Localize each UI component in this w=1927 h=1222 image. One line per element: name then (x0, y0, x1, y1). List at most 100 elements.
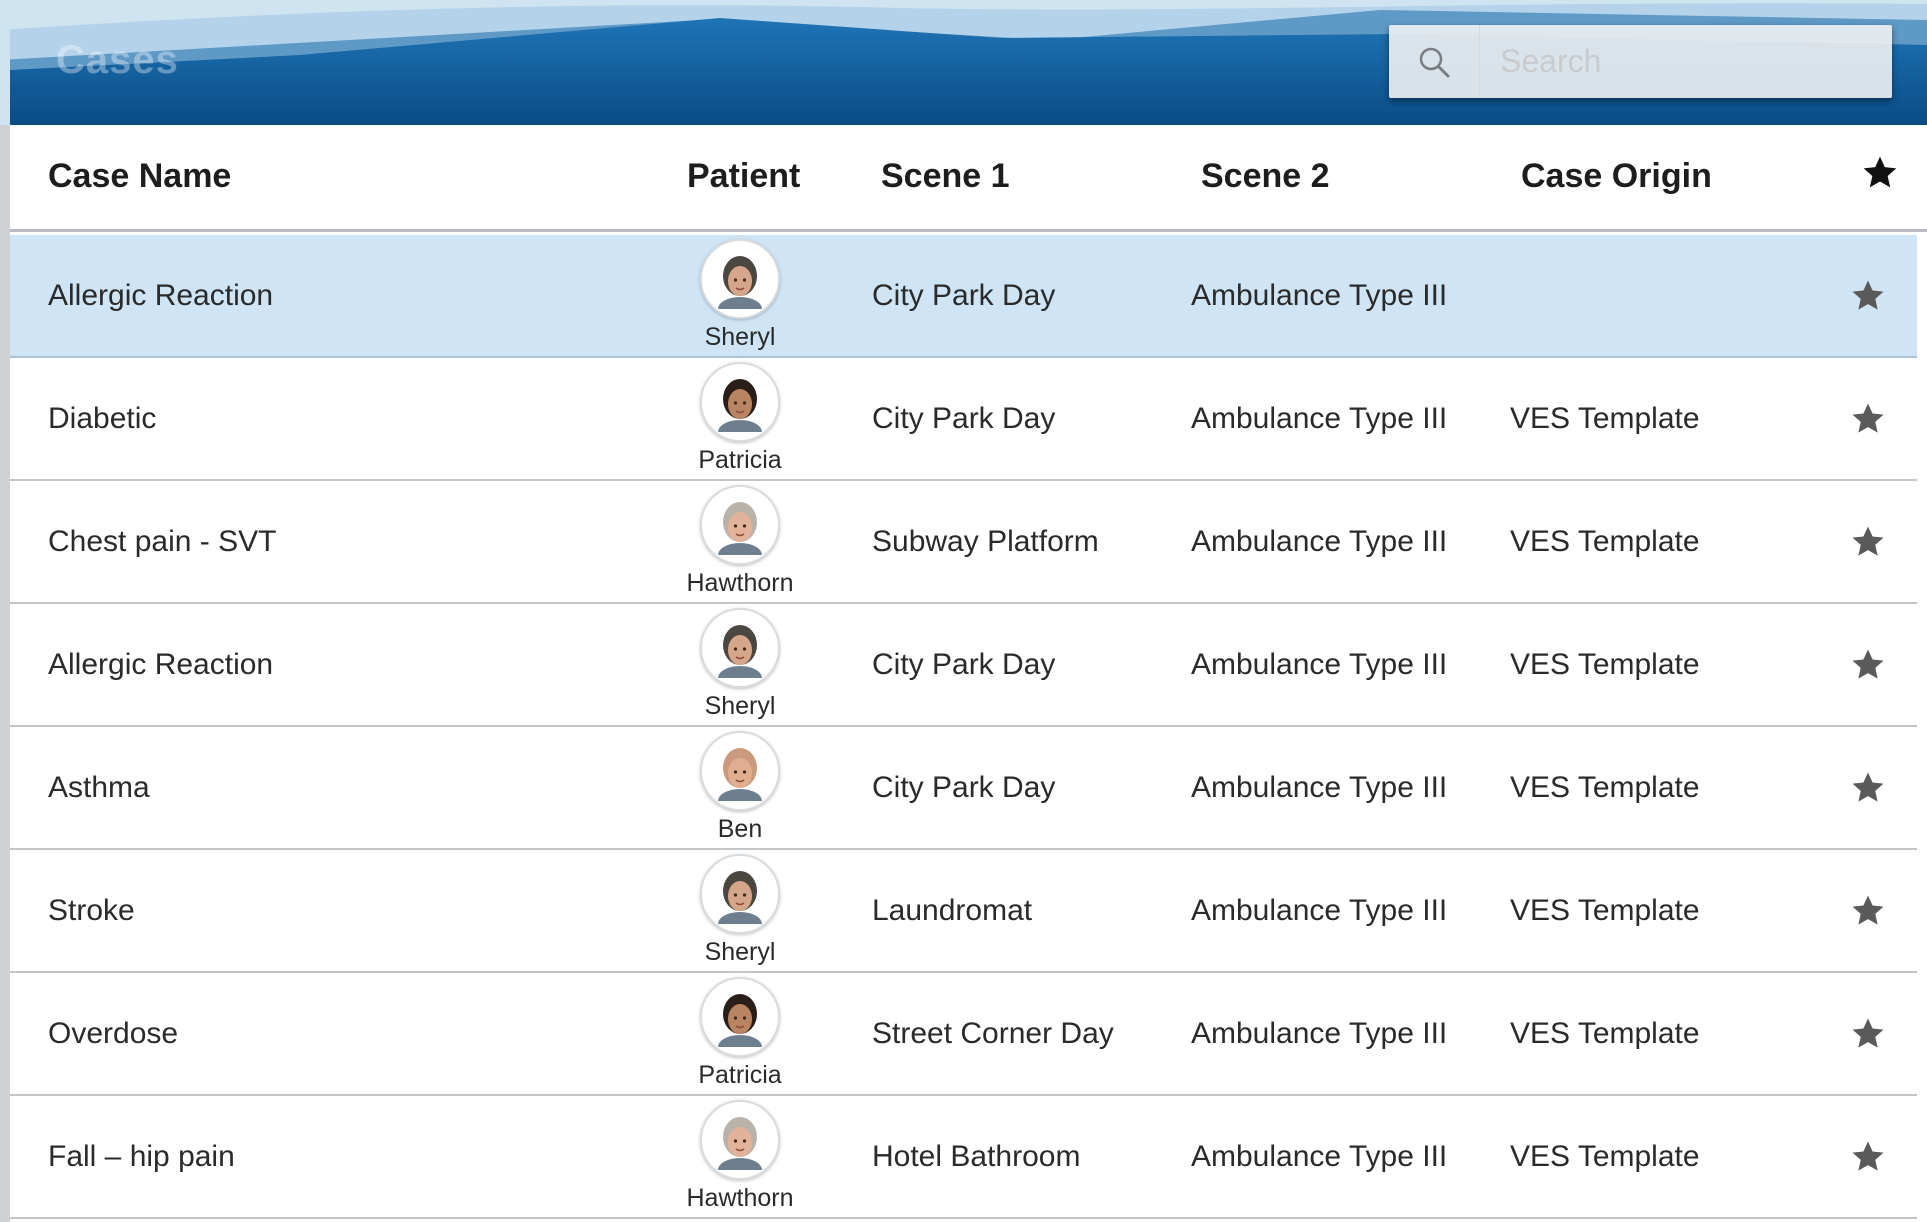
table-header: Case Name Patient Scene 1 Scene 2 Case O… (10, 125, 1927, 232)
case-name-cell: Chest pain - SVT (48, 524, 277, 558)
favorite-toggle[interactable] (1843, 604, 1893, 725)
scene-2-cell: Ambulance Type III (1191, 524, 1448, 558)
case-origin-cell: VES Template (1510, 770, 1700, 804)
avatar-portrait-icon (718, 256, 762, 309)
case-name-cell: Stroke (48, 893, 135, 927)
favorite-toggle[interactable] (1843, 850, 1893, 971)
scene-1-cell: City Park Day (872, 647, 1056, 681)
column-header-patient[interactable]: Patient (687, 157, 800, 196)
patient-cell: Patricia (671, 358, 809, 479)
patient-cell: Hawthorn (671, 1096, 809, 1217)
scene-2-cell: Ambulance Type III (1191, 893, 1448, 927)
favorite-toggle[interactable] (1843, 973, 1893, 1094)
column-header-scene-1[interactable]: Scene 1 (881, 157, 1010, 196)
avatar-portrait-icon (718, 1117, 762, 1170)
left-rail (0, 125, 10, 1222)
case-name-cell: Allergic Reaction (48, 278, 274, 312)
avatar-portrait-icon (718, 625, 762, 678)
column-header-favorite[interactable] (1860, 153, 1900, 202)
scene-2-cell: Ambulance Type III (1191, 1139, 1448, 1173)
scene-1-cell: City Park Day (872, 278, 1056, 312)
avatar-portrait-icon (718, 748, 762, 801)
scene-1-cell: Subway Platform (872, 524, 1099, 558)
table-row[interactable]: Allergic Reaction Sheryl City Park Day A… (10, 235, 1917, 358)
favorite-toggle[interactable] (1843, 481, 1893, 602)
header-bar: Cases (0, 0, 1927, 125)
avatar-portrait-icon (718, 502, 762, 555)
table-row[interactable]: Chest pain - SVT Hawthorn Subway Platfor… (10, 481, 1917, 604)
patient-avatar (700, 362, 780, 442)
favorite-toggle[interactable] (1843, 727, 1893, 848)
scene-1-cell: City Park Day (872, 770, 1056, 804)
patient-avatar (700, 485, 780, 565)
column-header-case-origin[interactable]: Case Origin (1521, 157, 1712, 196)
star-icon (1852, 525, 1884, 556)
star-icon (1863, 156, 1897, 188)
column-header-case-name[interactable]: Case Name (48, 157, 231, 196)
table-body: Allergic Reaction Sheryl City Park Day A… (10, 235, 1927, 1219)
patient-avatar (700, 608, 780, 688)
avatar-portrait-icon (718, 994, 762, 1047)
scene-2-cell: Ambulance Type III (1191, 1016, 1448, 1050)
table-row[interactable]: Overdose Patricia Street Corner Day Ambu… (10, 973, 1917, 1096)
case-name-cell: Allergic Reaction (48, 647, 274, 681)
star-icon (1852, 402, 1884, 433)
page-title: Cases (56, 38, 179, 82)
patient-name: Hawthorn (686, 1184, 794, 1212)
case-origin-cell: VES Template (1510, 401, 1700, 435)
table-row[interactable]: Fall – hip pain Hawthorn Hotel Bathroom … (10, 1096, 1917, 1219)
star-icon (1852, 1017, 1884, 1048)
scene-2-cell: Ambulance Type III (1191, 278, 1448, 312)
search-box[interactable] (1389, 25, 1892, 98)
favorite-toggle[interactable] (1843, 1096, 1893, 1217)
star-icon (1852, 771, 1884, 802)
case-origin-cell: VES Template (1510, 647, 1700, 681)
scene-1-cell: Hotel Bathroom (872, 1139, 1081, 1173)
column-header-scene-2[interactable]: Scene 2 (1201, 157, 1330, 196)
case-origin-cell: VES Template (1510, 1016, 1700, 1050)
favorite-toggle[interactable] (1843, 358, 1893, 479)
patient-name: Ben (717, 815, 763, 843)
patient-avatar (700, 239, 780, 319)
case-name-cell: Diabetic (48, 401, 157, 435)
patient-cell: Sheryl (671, 235, 809, 356)
case-origin-cell: VES Template (1510, 1139, 1700, 1173)
patient-cell: Hawthorn (671, 481, 809, 602)
avatar-portrait-icon (718, 379, 762, 432)
table-row[interactable]: Stroke Sheryl Laundromat Ambulance Type … (10, 850, 1917, 973)
patient-cell: Sheryl (671, 850, 809, 971)
patient-name: Patricia (698, 1061, 782, 1089)
patient-name: Hawthorn (686, 569, 794, 597)
star-icon (1852, 648, 1884, 679)
star-icon (1852, 1140, 1884, 1171)
cases-table: Case Name Patient Scene 1 Scene 2 Case O… (10, 125, 1927, 1222)
patient-name: Patricia (698, 446, 782, 474)
patient-name: Sheryl (704, 692, 776, 720)
scene-2-cell: Ambulance Type III (1191, 647, 1448, 681)
scene-2-cell: Ambulance Type III (1191, 770, 1448, 804)
table-row[interactable]: Allergic Reaction Sheryl City Park Day A… (10, 604, 1917, 727)
patient-cell: Patricia (671, 973, 809, 1094)
case-name-cell: Fall – hip pain (48, 1139, 235, 1173)
cases-screen: Cases Case Name Patient Scene 1 Scene 2 … (0, 0, 1927, 1222)
table-row[interactable]: Diabetic Patricia City Park Day Ambulanc… (10, 358, 1917, 481)
table-row[interactable]: Asthma Ben City Park Day Ambulance Type … (10, 727, 1917, 850)
patient-avatar (700, 977, 780, 1057)
favorite-toggle[interactable] (1843, 235, 1893, 356)
patient-name: Sheryl (704, 938, 776, 966)
case-origin-cell: VES Template (1510, 524, 1700, 558)
patient-avatar (700, 1100, 780, 1180)
search-input[interactable] (1480, 30, 1882, 93)
patient-avatar (700, 731, 780, 811)
patient-cell: Sheryl (671, 604, 809, 725)
scene-2-cell: Ambulance Type III (1191, 401, 1448, 435)
scene-1-cell: Street Corner Day (872, 1016, 1114, 1050)
scene-1-cell: City Park Day (872, 401, 1056, 435)
patient-cell: Ben (671, 727, 809, 848)
case-origin-cell: VES Template (1510, 893, 1700, 927)
search-icon[interactable] (1389, 25, 1480, 98)
patient-name: Sheryl (704, 323, 776, 351)
case-name-cell: Asthma (48, 770, 150, 804)
patient-avatar (700, 854, 780, 934)
scene-1-cell: Laundromat (872, 893, 1033, 927)
